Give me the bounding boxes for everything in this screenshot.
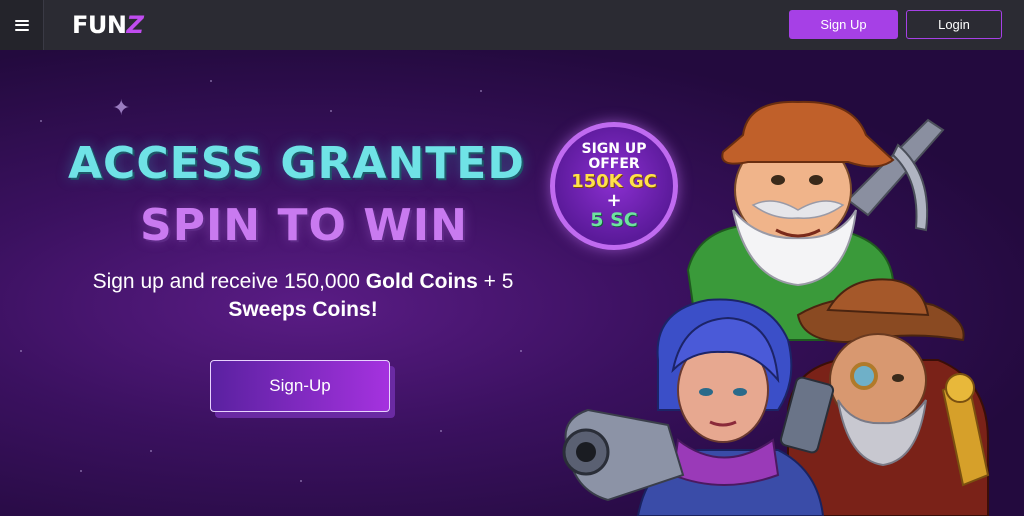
headline-access-granted: ACCESS GRANTED <box>68 138 525 189</box>
subtitle-sweeps-coins: Sweeps Coins! <box>228 298 378 321</box>
subtitle-text: + 5 <box>477 270 514 293</box>
hero-signup-button[interactable]: Sign-Up <box>210 360 390 412</box>
star-dot <box>300 480 302 482</box>
signup-offer-badge: SIGN UP OFFER 150K GC + 5 SC <box>550 122 678 250</box>
logo-text: FUN <box>72 11 127 39</box>
badge-line1: SIGN UP <box>581 141 647 157</box>
star-dot <box>520 350 522 352</box>
hero-subtitle: Sign up and receive 150,000 Gold Coins +… <box>60 268 546 324</box>
star-dot <box>20 350 22 352</box>
badge-line2: OFFER <box>588 156 640 172</box>
logo-accent: Z <box>126 11 144 39</box>
badge-plus: + <box>606 190 622 211</box>
star-dot <box>150 450 152 452</box>
logo[interactable]: FUNZ <box>72 10 144 40</box>
star-dot <box>440 430 442 432</box>
subtitle-gold-coins: Gold Coins <box>365 270 478 293</box>
hamburger-menu-icon <box>14 19 29 31</box>
star-dot <box>480 90 482 92</box>
headline-spin-to-win: SPIN TO WIN <box>140 200 468 251</box>
sparkle-icon: ✦ <box>112 96 131 121</box>
badge-gold-coins: 150K GC <box>571 171 657 192</box>
badge-sweeps-coins: 5 SC <box>590 209 638 231</box>
star-dot <box>40 120 42 122</box>
menu-button[interactable] <box>0 0 44 50</box>
subtitle-text: Sign up and receive 150,000 <box>92 270 366 293</box>
header-login-button[interactable]: Login <box>906 10 1002 39</box>
star-dot <box>80 470 82 472</box>
top-header: FUNZ Sign Up Login <box>0 0 1024 50</box>
header-signup-button[interactable]: Sign Up <box>789 10 898 39</box>
star-dot <box>210 80 212 82</box>
star-dot <box>330 110 332 112</box>
hero-banner: ✦ ACCESS GRANTED SPIN TO WIN Sign up and… <box>0 50 1024 516</box>
